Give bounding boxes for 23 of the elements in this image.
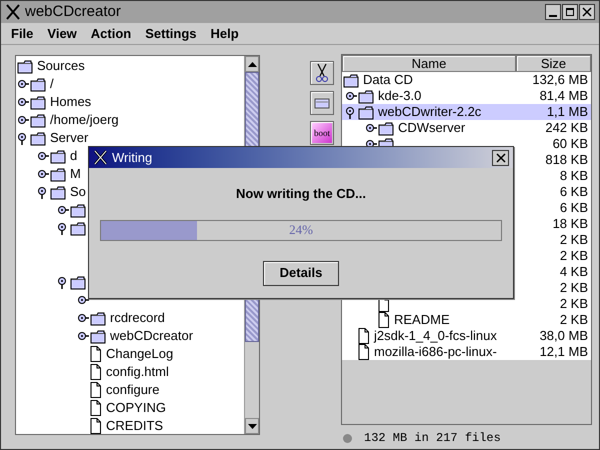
status-text: 132 MB in 217 files — [364, 430, 501, 447]
file-size: 6 KB — [560, 183, 588, 202]
file-size: 81,4 MB — [540, 87, 588, 106]
file-size: 2 KB — [560, 247, 588, 266]
file-size: 132,6 MB — [532, 71, 588, 90]
file-size: 6 KB — [560, 199, 588, 218]
file-size: 18 KB — [552, 215, 588, 234]
file-size: 818 KB — [545, 151, 588, 170]
file-size: 242 KB — [545, 119, 588, 138]
file-size: 2 KB — [560, 311, 588, 330]
dialog-title: Writing — [112, 148, 152, 167]
file-size: 2 KB — [560, 231, 588, 250]
window-title: webCDcreator — [25, 2, 121, 22]
file-size: 2 KB — [560, 295, 588, 314]
dialog-message: Now writing the CD... — [235, 185, 367, 203]
file-size: 2 KB — [560, 279, 588, 298]
file-size: 12,1 MB — [540, 343, 588, 362]
file-size: 8 KB — [560, 167, 588, 186]
file-size: 60 KB — [552, 135, 588, 154]
file-size: 38,0 MB — [540, 327, 588, 346]
file-size: 4 KB — [560, 263, 588, 282]
file-size: 1,1 MB — [546, 103, 588, 122]
progress-reading: 24% — [288, 221, 314, 240]
